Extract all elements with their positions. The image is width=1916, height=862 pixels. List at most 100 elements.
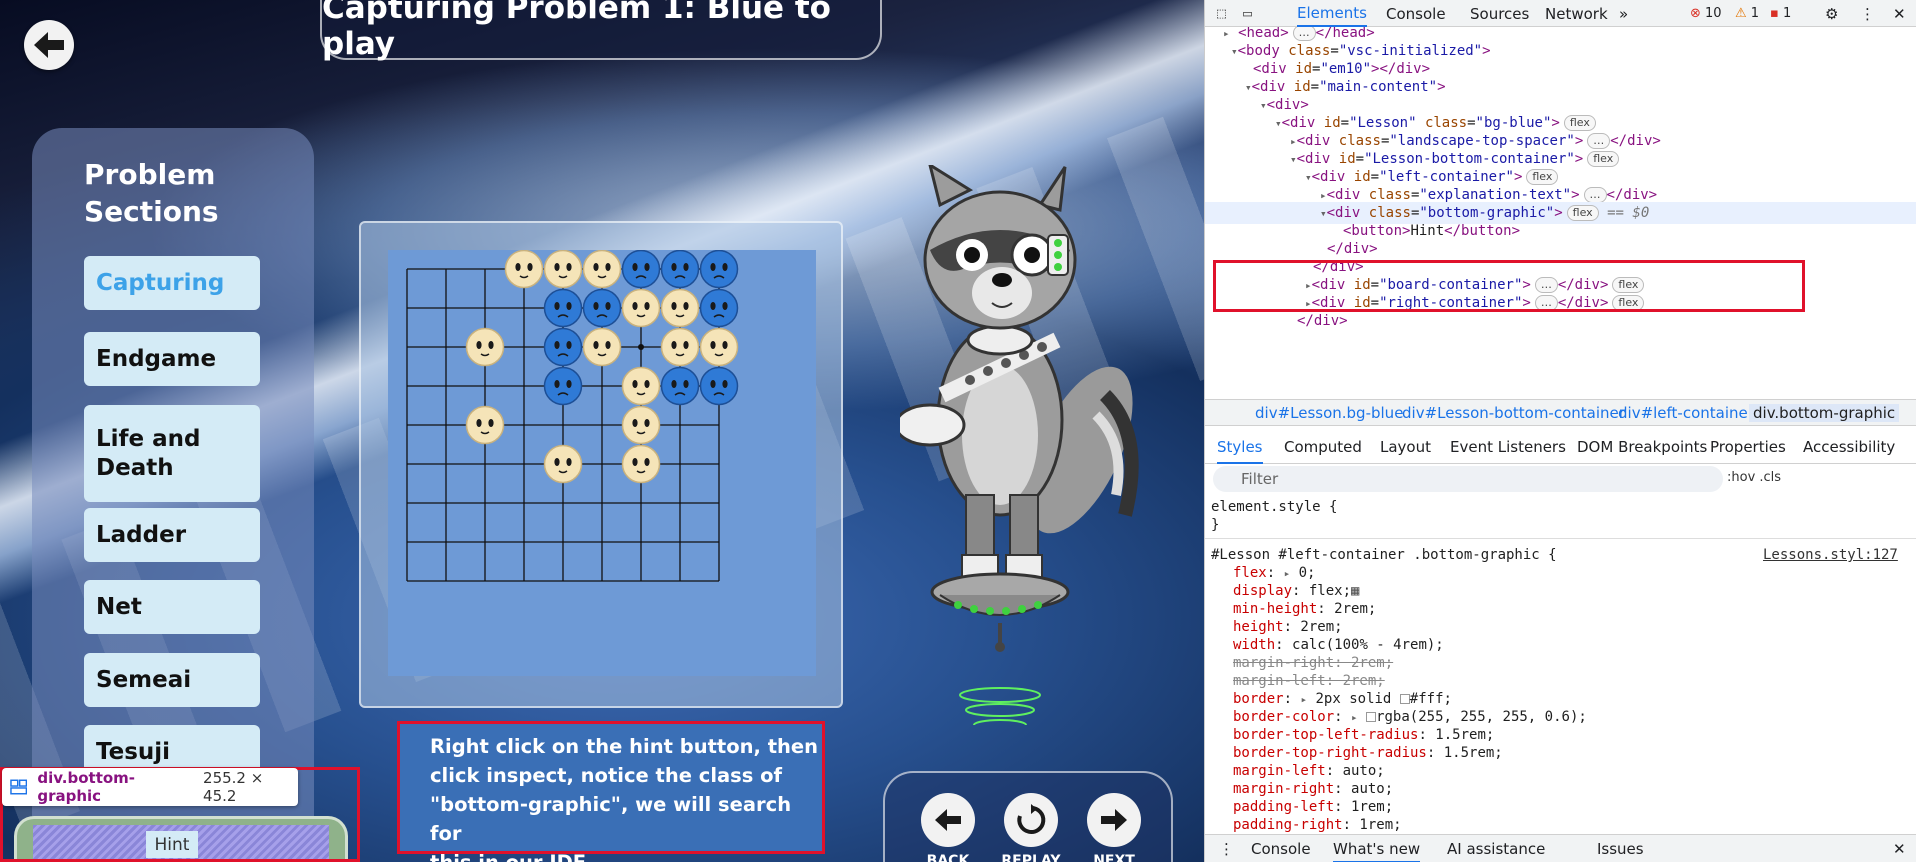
tab-network[interactable]: Network [1545, 0, 1608, 27]
style-declaration[interactable]: border-top-right-radius: 1.5rem; [1233, 744, 1503, 762]
style-declaration[interactable]: display: flex;▦ [1233, 582, 1359, 600]
breadcrumb: div#Lesson.bg-blue div#Lesson-bottom-con… [1205, 399, 1916, 426]
tab-console[interactable]: Console [1386, 0, 1446, 27]
white-stone [543, 444, 583, 484]
style-declaration[interactable]: height: 2rem; [1233, 618, 1343, 636]
tooltip-class: div.bottom-graphic [37, 769, 136, 805]
style-declaration-overridden[interactable]: margin-left: 2rem; [1233, 672, 1385, 690]
styles-filter-input[interactable]: Filter [1213, 466, 1723, 492]
issue-count[interactable]: ▪ 1 [1770, 0, 1791, 27]
settings-icon[interactable]: ⚙ [1825, 0, 1838, 27]
blue-stone [543, 288, 583, 328]
tab-elements[interactable]: Elements [1297, 0, 1367, 27]
replay-button[interactable] [1004, 793, 1058, 847]
section-net[interactable]: Net [84, 580, 260, 634]
white-stone [660, 327, 700, 367]
menu-icon[interactable]: ⋮ [1860, 0, 1875, 27]
board-grid[interactable] [388, 249, 816, 676]
back-icon[interactable] [24, 20, 74, 70]
devtools-toolbar: ⬚ ▭ Elements Console Sources Network » ⊗… [1205, 0, 1916, 27]
close-icon[interactable]: ✕ [1893, 0, 1906, 27]
rule-source-link[interactable]: Lessons.styl:127 [1763, 546, 1898, 564]
raccoon-mascot [900, 165, 1139, 725]
back-label: BACK [926, 853, 970, 862]
explanation-line: this in our IDE [430, 848, 822, 862]
hov-cls-toggles[interactable]: :hov .cls [1727, 470, 1781, 485]
next-button[interactable] [1087, 793, 1141, 847]
tab-properties[interactable]: Properties [1710, 438, 1786, 456]
tab-dom-breakpoints[interactable]: DOM Breakpoints [1577, 438, 1707, 456]
tab-event-listeners[interactable]: Event Listeners [1450, 438, 1566, 456]
style-declaration[interactable]: border-top-left-radius: 1.5rem; [1233, 726, 1494, 744]
tab-accessibility[interactable]: Accessibility [1803, 438, 1895, 456]
dom-node-selected[interactable]: ▾<div class="bottom-graphic"> flex == $0 [1205, 202, 1916, 224]
drawer-tab-whats-new[interactable]: What's new [1333, 840, 1421, 862]
blue-stone [699, 366, 739, 406]
style-declaration[interactable]: min-height: 2rem; [1233, 600, 1376, 618]
white-stone [465, 327, 505, 367]
explanation-line: click inspect, notice the class of [430, 764, 783, 787]
section-endgame[interactable]: Endgame [84, 332, 260, 386]
white-stone [660, 288, 700, 328]
breadcrumb-item[interactable]: div#Lesson-bottom-container [1402, 404, 1625, 422]
board-container [359, 221, 843, 708]
more-tabs-icon[interactable]: » [1619, 0, 1628, 27]
style-declaration[interactable]: border: ▸ 2px solid #fff; [1233, 690, 1452, 708]
go-board[interactable] [388, 249, 816, 676]
warning-count[interactable]: ⚠ 1 [1735, 0, 1759, 27]
white-stone [699, 327, 739, 367]
breadcrumb-item[interactable]: div#Lesson.bg-blue [1255, 404, 1403, 422]
drawer-tab-issues[interactable]: Issues [1597, 840, 1644, 858]
style-declaration[interactable]: border-color: ▸ rgba(255, 255, 255, 0.6)… [1233, 708, 1587, 726]
style-declaration[interactable]: width: calc(100% - 4rem); [1233, 636, 1444, 654]
tab-computed[interactable]: Computed [1284, 438, 1362, 456]
error-count[interactable]: ⊗ 10 [1690, 0, 1722, 27]
drawer-menu-icon[interactable]: ⋮ [1219, 840, 1234, 858]
breadcrumb-item[interactable]: div.bottom-graphic [1749, 404, 1900, 422]
blue-stone [543, 366, 583, 406]
white-stone [543, 249, 583, 289]
back-button[interactable] [921, 793, 975, 847]
inspect-element-icon[interactable]: ⬚ [1217, 4, 1226, 22]
white-stone [582, 327, 622, 367]
drawer-tab-console[interactable]: Console [1251, 840, 1311, 858]
blue-stone [660, 366, 700, 406]
style-declaration[interactable]: padding-right: 1rem; [1233, 816, 1402, 832]
white-stone [504, 249, 544, 289]
inspect-tooltip: div.bottom-graphic 255.2 × 45.2 [2, 768, 298, 806]
section-ladder[interactable]: Ladder [84, 508, 260, 562]
dom-tree: ▸ <head>… </head> ▾<body class="vsc-initi… [1205, 27, 1916, 399]
style-declaration[interactable]: flex: ▸ 0; [1233, 564, 1316, 582]
styles-subtabs: Styles Computed Layout Event Listeners D… [1205, 430, 1916, 464]
tab-layout[interactable]: Layout [1380, 438, 1431, 456]
white-stone [621, 288, 661, 328]
section-life-and-death[interactable]: Life and Death [84, 405, 260, 502]
tooltip-size: 255.2 × 45.2 [203, 769, 264, 805]
element-style-rule[interactable]: element.style { [1211, 498, 1337, 516]
close-icon[interactable]: ✕ [1893, 840, 1906, 858]
blue-stone [543, 327, 583, 367]
tab-sources[interactable]: Sources [1470, 0, 1529, 27]
replay-label: REPLAY [1001, 853, 1061, 862]
style-declaration-overridden[interactable]: margin-right: 2rem; [1233, 654, 1393, 672]
blue-stone [582, 288, 622, 328]
rule-close: } [1211, 517, 1220, 533]
section-semeai[interactable]: Semeai [84, 653, 260, 707]
breadcrumb-item[interactable]: div#left-container [1618, 404, 1754, 422]
dom-node[interactable]: </div> [1297, 310, 1348, 332]
style-declaration[interactable]: margin-left: auto; [1233, 762, 1385, 780]
rule-selector[interactable]: #Lesson #left-container .bottom-graphic … [1211, 546, 1557, 564]
tab-styles[interactable]: Styles [1217, 438, 1263, 464]
style-declaration[interactable]: padding-left: 1rem; [1233, 798, 1393, 816]
grid-layout-icon [10, 779, 28, 795]
section-capturing[interactable]: Capturing [84, 256, 260, 310]
drawer-tab-ai-assistance[interactable]: AI assistance [1447, 840, 1545, 858]
blue-stone [699, 249, 739, 289]
device-toolbar-icon[interactable]: ▭ [1243, 4, 1252, 22]
explanation-line: "bottom-graphic", we will search for [430, 793, 792, 845]
problem-sections-panel: Problem Sections Capturing Endgame Life a… [32, 128, 314, 862]
lesson-app: Capturing Problem 1: Blue to play Proble… [0, 0, 1204, 862]
style-declaration[interactable]: margin-right: auto; [1233, 780, 1393, 798]
highlight-box [1213, 260, 1805, 312]
replay-icon [1017, 804, 1046, 834]
